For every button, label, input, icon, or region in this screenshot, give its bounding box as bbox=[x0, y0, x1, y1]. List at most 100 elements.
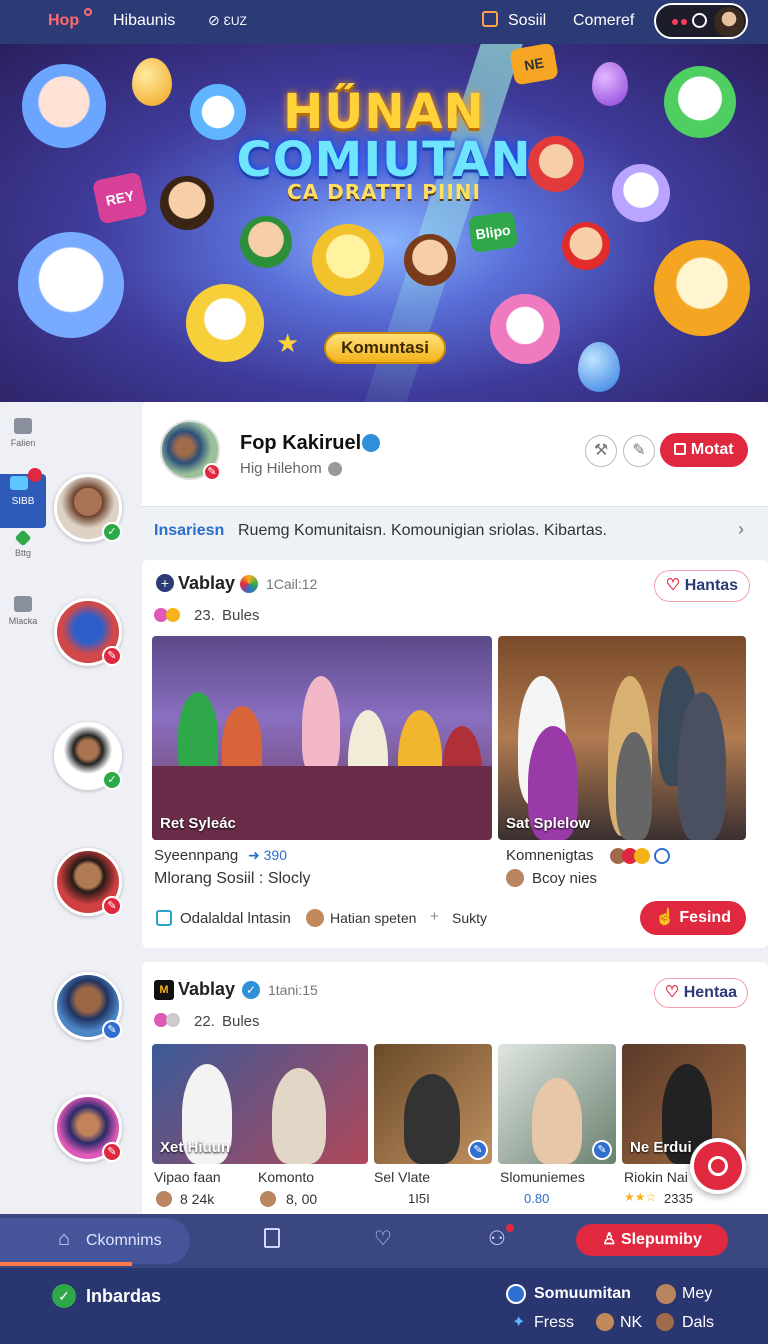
chevron-right-icon[interactable]: › bbox=[738, 519, 744, 540]
heart-icon: ♡ bbox=[664, 984, 680, 1001]
post-photo[interactable]: ✎ bbox=[498, 1044, 616, 1164]
speech-bubble: NE bbox=[509, 44, 559, 86]
search-icon[interactable] bbox=[692, 13, 707, 28]
nav-link-hibaunis[interactable]: Hibaunis bbox=[113, 12, 175, 30]
mascot-character bbox=[186, 284, 264, 362]
user-menu[interactable] bbox=[654, 3, 748, 39]
user-icon: ♙ bbox=[602, 1231, 617, 1248]
sidebar-item-mlacka[interactable]: Mlacka bbox=[0, 596, 46, 626]
wrench-icon[interactable]: ✎ bbox=[623, 435, 655, 467]
sidebar-item-sibb[interactable]: SIBB bbox=[0, 468, 46, 528]
info-label: Insariesn bbox=[154, 522, 225, 539]
nav-link-euz-label: ƐUZ bbox=[223, 14, 247, 28]
edit-icon: ✎ bbox=[102, 1020, 122, 1040]
follow-button[interactable]: ♡ Hentaa bbox=[654, 978, 748, 1008]
post-author[interactable]: Vablay bbox=[178, 979, 235, 1000]
sidebar-item-label: Mlacka bbox=[8, 616, 38, 626]
post-photo[interactable]: Sat Splelow bbox=[498, 636, 746, 840]
mini-avatar bbox=[156, 1191, 172, 1207]
share-stat: ➜ 390 bbox=[248, 847, 287, 863]
footer-title[interactable]: Inbardas bbox=[86, 1286, 161, 1307]
post-action[interactable]: Hatian speten bbox=[330, 910, 416, 926]
post-action[interactable]: Sukty bbox=[452, 910, 487, 926]
user-avatar[interactable] bbox=[714, 7, 744, 37]
footer-link[interactable]: Somuumitan bbox=[534, 1285, 631, 1303]
post-action[interactable]: Odalaldal lntasin bbox=[180, 910, 291, 927]
profile-subtitle: Hig Hilehom bbox=[240, 460, 322, 477]
story-avatar[interactable]: ✎ bbox=[54, 972, 122, 1040]
nav-link-euz[interactable]: ⊘ ƐUZ bbox=[208, 12, 247, 29]
profile-avatar[interactable]: ✎ bbox=[160, 420, 221, 481]
photo-stat: 0.80 bbox=[524, 1191, 550, 1206]
sidebar-item-falien[interactable]: Falien bbox=[0, 418, 46, 448]
story-avatar[interactable]: ✎ bbox=[54, 1094, 122, 1162]
mascot-character bbox=[490, 294, 560, 364]
balloon-icon bbox=[578, 342, 620, 392]
check-icon: ✓ bbox=[52, 1284, 76, 1308]
bottom-nav: ⌂ Ckomnims ♡ ⚇ ♙ Slepumiby bbox=[0, 1214, 768, 1268]
status-dot-icon bbox=[681, 19, 687, 25]
nav-link-comeref[interactable]: Comeref bbox=[573, 12, 634, 30]
footer-link[interactable]: NK bbox=[620, 1314, 642, 1332]
person-figure bbox=[532, 1078, 582, 1164]
check-icon: ✓ bbox=[102, 770, 122, 790]
mascot-character bbox=[190, 84, 246, 140]
sidebar-item-label: SIBB bbox=[11, 496, 35, 507]
post-meta-title: Syeennpang bbox=[154, 847, 239, 864]
post-photo[interactable]: ✎ bbox=[374, 1044, 492, 1164]
globe-icon bbox=[328, 462, 342, 476]
add-icon[interactable]: + bbox=[156, 574, 174, 592]
footer-link[interactable]: Mey bbox=[682, 1285, 712, 1303]
footer-link[interactable]: Dals bbox=[682, 1314, 714, 1332]
plus-icon: + bbox=[430, 908, 439, 925]
find-button[interactable]: ☝ Fesind bbox=[640, 901, 746, 935]
tag-icon bbox=[14, 529, 32, 547]
mascot-character bbox=[312, 224, 384, 296]
post-photo[interactable]: Xet Hiuun bbox=[152, 1044, 368, 1164]
post-photo[interactable]: Ret Syleác bbox=[152, 636, 492, 840]
verified-icon: ✓ bbox=[242, 981, 260, 999]
mini-avatar bbox=[506, 869, 524, 887]
speech-bubble: Blipo bbox=[467, 210, 519, 254]
photo-stat: 8, 00 bbox=[286, 1191, 318, 1207]
story-avatar[interactable]: ✎ bbox=[54, 848, 122, 916]
sidebar: Falien SIBB Bttg Mlacka ✓ ✎ ✓ ✎ ✎ ✎ bbox=[0, 402, 140, 1214]
story-avatar[interactable]: ✎ bbox=[54, 598, 122, 666]
shield-check-icon[interactable]: ♡ bbox=[374, 1226, 392, 1251]
hand-icon: ☝ bbox=[655, 909, 675, 926]
mascot-character bbox=[18, 232, 124, 338]
bookmark-icon[interactable] bbox=[264, 1228, 280, 1248]
mascot-character bbox=[562, 222, 610, 270]
follow-button-label: Hentaa bbox=[683, 984, 738, 1001]
cta-button[interactable]: ♙ Slepumiby bbox=[576, 1224, 728, 1256]
mini-avatar bbox=[634, 848, 650, 864]
contact-button[interactable]: Motat bbox=[660, 433, 748, 467]
story-avatar[interactable]: ✓ bbox=[54, 722, 122, 790]
check-icon: ✓ bbox=[102, 522, 122, 542]
mini-avatar bbox=[596, 1313, 614, 1331]
story-avatar[interactable]: ✓ bbox=[54, 474, 122, 542]
photo-caption: Sat Splelow bbox=[506, 815, 591, 832]
info-text: Ruemg Komunitaisn. Komounigian sriolas. … bbox=[238, 522, 608, 539]
photo-stat: 2335 bbox=[664, 1191, 693, 1206]
nav-home[interactable]: ⌂ Ckomnims bbox=[0, 1218, 190, 1264]
info-bar[interactable]: Insariesn Ruemg Komunitaisn. Komounigian… bbox=[142, 506, 768, 554]
follow-button[interactable]: ♡ Hantas bbox=[654, 570, 750, 602]
sidebar-item-bttg[interactable]: Bttg bbox=[0, 529, 46, 558]
tools-icon[interactable]: ⚒ bbox=[585, 435, 617, 467]
hero-cta-button[interactable]: Komuntasi bbox=[324, 332, 446, 364]
post-author[interactable]: Vablay bbox=[178, 573, 235, 594]
edit-icon: ✎ bbox=[102, 1142, 122, 1162]
mini-avatar bbox=[306, 909, 324, 927]
footer-link[interactable]: Fress bbox=[534, 1314, 574, 1332]
nav-link-sosiil[interactable]: Sosiil bbox=[508, 12, 546, 30]
image-icon bbox=[156, 910, 172, 926]
app-logo[interactable]: Hop bbox=[48, 12, 79, 30]
people-icon[interactable]: ⚇ bbox=[488, 1226, 506, 1251]
post-card: M Vablay ✓ 1tani:15 22. Bules ♡ Hentaa X… bbox=[142, 962, 768, 1214]
active-indicator bbox=[0, 1262, 132, 1266]
social-icon bbox=[482, 11, 498, 27]
hero-banner: NE REY Blipo HŰNAN COMIUTAN CA DRATTI PI… bbox=[0, 44, 768, 402]
edit-icon: ✎ bbox=[102, 896, 122, 916]
record-button[interactable] bbox=[690, 1138, 746, 1194]
